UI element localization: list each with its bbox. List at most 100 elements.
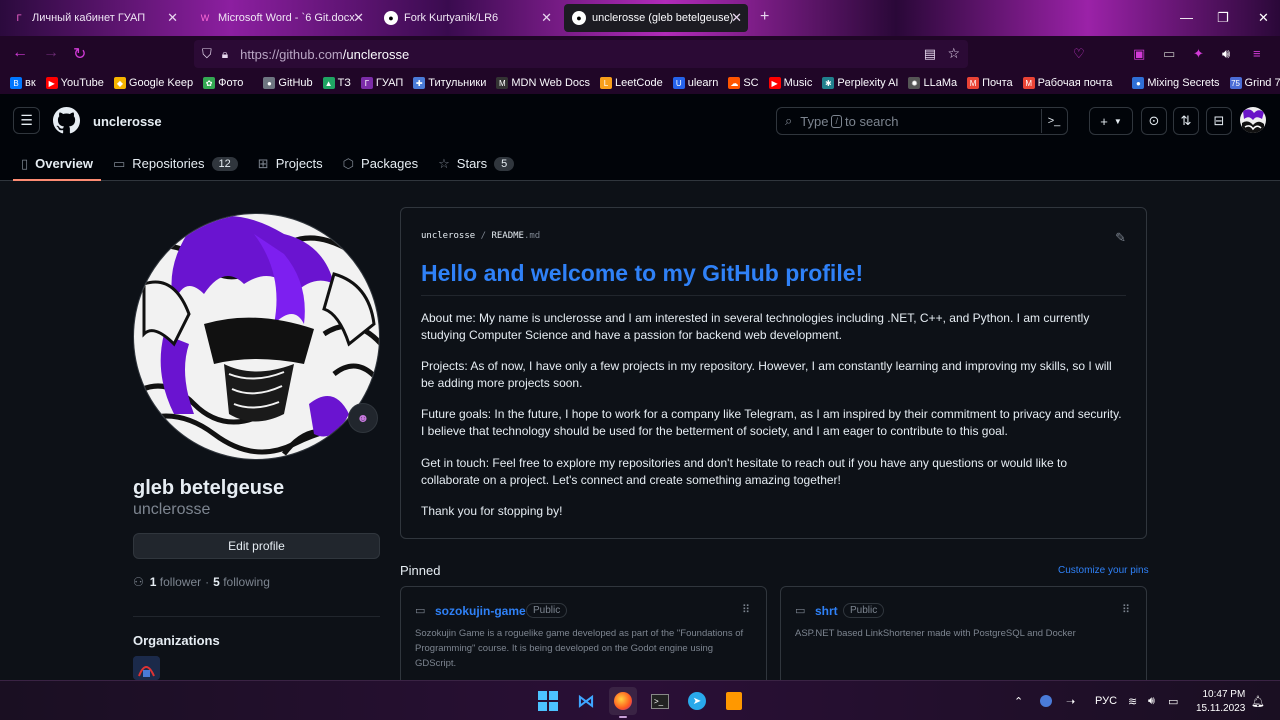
bookmark-item[interactable]: Г ГУАП	[360, 77, 403, 89]
bookmark-label: ulearn	[687, 77, 719, 89]
user-avatar[interactable]	[1240, 107, 1266, 133]
close-window-icon[interactable]: ✕	[1258, 10, 1269, 26]
language-indicator[interactable]: РУС	[1095, 695, 1117, 707]
bookmark-item[interactable]: ✹ LLaMa	[908, 77, 957, 89]
reload-icon[interactable]: ↻	[73, 44, 86, 64]
sublime-logo	[726, 692, 742, 710]
forward-icon[interactable]: →	[43, 44, 59, 62]
bookmark-item[interactable]: ● Mixing Secrets	[1132, 77, 1220, 89]
tab-repositories[interactable]: ▭ Repositories 12	[105, 146, 246, 181]
sublime-text-icon[interactable]	[720, 687, 748, 715]
bookmark-item[interactable]: ✱ Perplexity AI	[822, 77, 898, 89]
bookmark-item[interactable]: ▶ Music	[768, 77, 812, 89]
telegram-icon[interactable]: ➤	[683, 687, 711, 715]
readme-path-ext: .md	[523, 231, 541, 241]
bookmark-favicon-icon: M	[967, 77, 980, 89]
windows-taskbar: ⋈ >_ ➤ ⌃ ➝ РУС ≋ 🔊︎ ▭ 10:47 PM 15.11.202…	[0, 680, 1280, 720]
lock-icon[interactable]: 🔒︎	[222, 47, 228, 62]
profile-name: gleb betelgeuse	[133, 477, 285, 499]
browser-tab-word[interactable]: W Microsoft Word - `6 Git.docx ✕	[190, 4, 370, 32]
github-logo-icon[interactable]	[53, 107, 80, 134]
browser-tab-fork[interactable]: ● Fork Kurtyanik/LR6 ✕	[376, 4, 558, 32]
show-hidden-icons-icon[interactable]: ⌃	[1014, 695, 1023, 708]
hamburger-menu-button[interactable]: ☰	[13, 107, 40, 134]
bookmark-item[interactable]: ▲ ТЗ	[322, 77, 351, 89]
back-icon[interactable]: ←	[12, 44, 28, 62]
bookmark-item[interactable]: ✚ Титульники	[413, 77, 486, 89]
repo-name-link[interactable]: shrt	[815, 604, 838, 618]
url-text[interactable]: https://github.com/unclerosse	[240, 47, 409, 62]
browser-tab-profile[interactable]: ● unclerosse (gleb betelgeuse) ✕	[564, 4, 748, 32]
minimize-icon[interactable]: —	[1180, 10, 1193, 25]
bookmark-item[interactable]: M MDN Web Docs	[496, 77, 590, 89]
bookmark-item[interactable]: Uulearn	[672, 77, 719, 89]
reader-view-icon[interactable]: ▤	[924, 46, 936, 62]
system-clock[interactable]: 10:47 PM 15.11.2023	[1196, 688, 1245, 716]
firefox-icon[interactable]	[609, 687, 637, 718]
bookmark-star-icon[interactable]: ☆	[947, 45, 960, 62]
followers-link[interactable]: 1 follower	[150, 575, 201, 589]
browser-tab-guap[interactable]: Г Личный кабинет ГУАП ✕	[4, 4, 184, 32]
command-palette-icon[interactable]: >_	[1041, 109, 1066, 133]
bookmark-item[interactable]: L LeetCode	[600, 77, 663, 89]
volume-icon[interactable]: 🔊︎	[1148, 695, 1155, 708]
bookmark-item[interactable]: Ввк	[10, 77, 36, 89]
tab-stars[interactable]: ☆ Stars 5	[430, 146, 522, 181]
close-icon[interactable]: ✕	[167, 10, 178, 26]
status-emoji-button[interactable]: ☻	[348, 403, 378, 433]
following-link[interactable]: 5 following	[213, 575, 270, 589]
tab-projects[interactable]: ⊞ Projects	[250, 146, 331, 181]
pull-requests-button[interactable]: ⇅	[1173, 107, 1199, 135]
wifi-icon[interactable]: ≋	[1128, 695, 1137, 708]
close-icon[interactable]: ✕	[731, 10, 742, 26]
bookmark-item[interactable]: ☁ SC	[728, 77, 759, 89]
tray-network-app-icon[interactable]: ➝	[1066, 695, 1075, 708]
bookmark-item[interactable]: M Рабочая почта	[1022, 77, 1112, 89]
restore-icon[interactable]: ❐	[1217, 10, 1229, 26]
new-tab-button[interactable]: +	[760, 8, 769, 26]
shield-icon[interactable]: ⛉	[202, 46, 212, 62]
visibility-badge: Public	[843, 603, 885, 618]
tray-app-icon[interactable]	[1040, 695, 1052, 707]
customize-pins-link[interactable]: Customize your pins	[1058, 565, 1149, 576]
vscode-icon[interactable]: ⋈	[572, 687, 600, 715]
search-input[interactable]: ⌕ Type / to search >_	[776, 107, 1068, 135]
edit-profile-button[interactable]: Edit profile	[133, 533, 380, 559]
bookmark-item[interactable]: ✿ Фото	[203, 77, 243, 89]
pencil-icon[interactable]: ✎	[1115, 230, 1126, 246]
close-icon[interactable]: ✕	[353, 10, 364, 26]
extensions-icon[interactable]: ✦	[1193, 46, 1204, 62]
bookmark-item[interactable]: 75Grind 75	[1229, 77, 1280, 89]
context-username[interactable]: unclerosse	[93, 114, 162, 129]
issues-button[interactable]: ⊙	[1141, 107, 1167, 135]
repositories-count: 12	[211, 156, 238, 171]
bookmark-item[interactable]: ◆ Google Keep	[113, 77, 193, 89]
bookmark-item[interactable]: ● GitHub	[263, 77, 313, 89]
bookmark-item[interactable]: ▶ YouTube	[45, 77, 104, 89]
create-new-button[interactable]: + ▼	[1089, 107, 1133, 135]
bookmark-favicon-icon: ✚	[413, 77, 426, 89]
tab-overview[interactable]: ▯ Overview	[13, 146, 101, 181]
start-button[interactable]	[534, 687, 562, 715]
repo-name-link[interactable]: sozokujin-game	[435, 604, 526, 618]
organization-avatar[interactable]	[133, 656, 160, 680]
pocket-icon[interactable]: ♡	[1073, 46, 1085, 62]
readme-paragraph: Future goals: In the future, I hope to w…	[421, 407, 1122, 438]
address-bar[interactable]: ⛉ 🔒︎ https://github.com/unclerosse ▤ ☆	[194, 40, 968, 68]
app-menu-icon[interactable]: ≡	[1253, 46, 1261, 61]
tab-packages[interactable]: ⬡ Packages	[335, 146, 426, 181]
inbox-button[interactable]: ⊟	[1206, 107, 1232, 135]
battery-icon[interactable]: ▭	[1168, 695, 1178, 708]
drag-handle-icon[interactable]: ⠿	[742, 603, 750, 616]
divider	[421, 295, 1126, 296]
vpn-icon[interactable]: ▭	[1163, 46, 1175, 62]
readme-path-user[interactable]: unclerosse	[421, 231, 475, 241]
drag-handle-icon[interactable]: ⠿	[1122, 603, 1130, 616]
terminal-icon[interactable]: >_	[646, 687, 674, 715]
container-icon[interactable]: ▣	[1133, 46, 1145, 62]
notifications-icon[interactable]: 🔔︎	[1251, 695, 1265, 708]
audio-icon[interactable]: 🔊︎	[1222, 46, 1230, 62]
close-icon[interactable]: ✕	[541, 10, 552, 26]
profile-avatar[interactable]	[133, 213, 380, 460]
bookmark-item[interactable]: M Почта	[967, 77, 1013, 89]
